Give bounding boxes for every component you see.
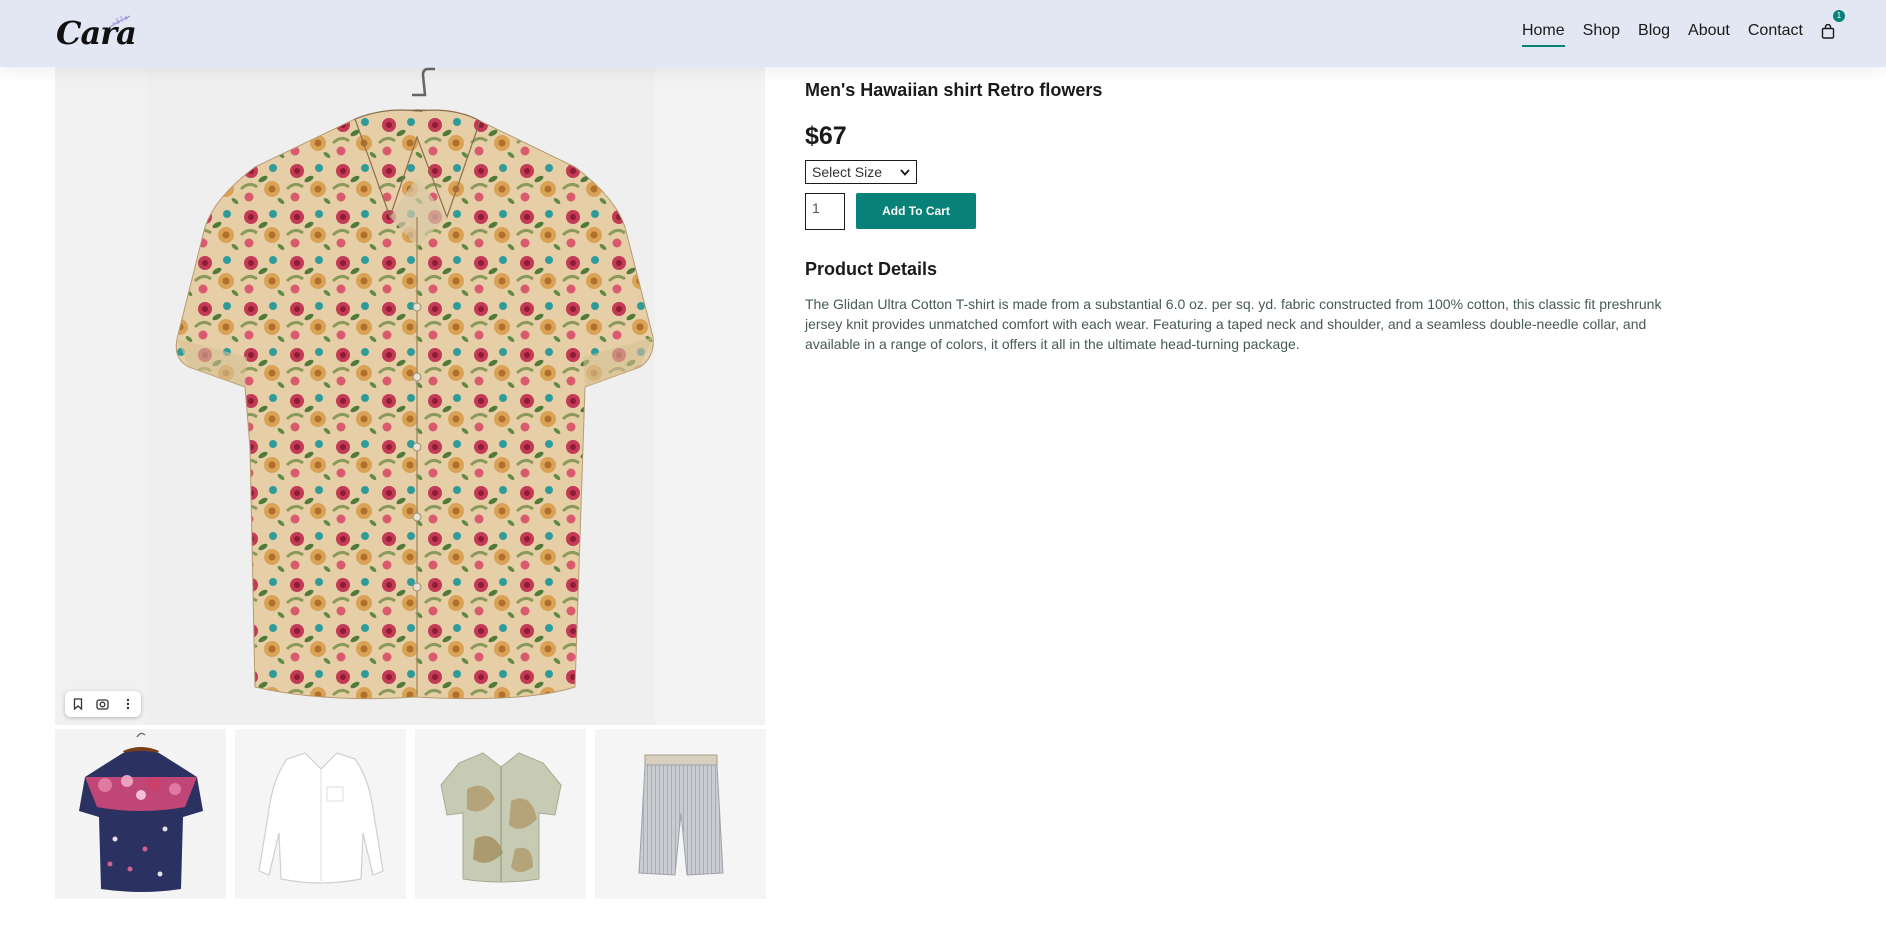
nav-blog[interactable]: Blog [1629,19,1679,43]
lavender-sprig-icon [107,15,131,29]
thumbnail-1[interactable] [55,729,226,899]
bookmark-icon[interactable] [67,693,89,715]
cart-button[interactable]: 1 [1818,10,1845,43]
logo[interactable]: Cara [56,8,137,58]
navy-floral-shirt-image [79,732,203,892]
product-details-text: The Glidan Ultra Cotton T-shirt is made … [805,296,1662,352]
white-linen-shirt-image [258,752,384,884]
chevron-down-icon [900,168,910,176]
site-header: Cara Home Shop Blog About Contact 1 [0,0,1886,67]
nav-contact[interactable]: Contact [1739,19,1812,43]
add-to-cart-button[interactable]: Add To Cart [856,193,976,229]
product-price: $67 [805,122,847,150]
main-product-image[interactable] [55,67,765,725]
thumbnail-3[interactable] [415,729,586,899]
product-title: Men's Hawaiian shirt Retro flowers [805,80,1103,100]
nav-about[interactable]: About [1679,19,1739,43]
image-toolbar [65,691,141,717]
lens-icon[interactable] [92,693,114,715]
nav-shop[interactable]: Shop [1574,19,1629,43]
size-select-value: Select Size [812,164,883,180]
floral-shirt-image [175,67,654,700]
cart-count-badge: 1 [1833,10,1845,22]
shopping-bag-icon [1821,23,1835,39]
quantity-input[interactable]: 1 [805,193,845,230]
sage-printed-shirt-image [440,752,562,883]
thumbnail-4[interactable] [595,729,766,899]
thumbnail-2[interactable] [235,729,406,899]
nav-home[interactable]: Home [1513,19,1574,47]
grey-striped-shorts-image [638,754,724,876]
more-vertical-icon[interactable] [117,693,139,715]
size-select[interactable]: Select Size [805,160,917,184]
product-details-heading: Product Details [805,259,938,279]
main-nav: Home Shop Blog About Contact 1 [1513,0,1845,62]
